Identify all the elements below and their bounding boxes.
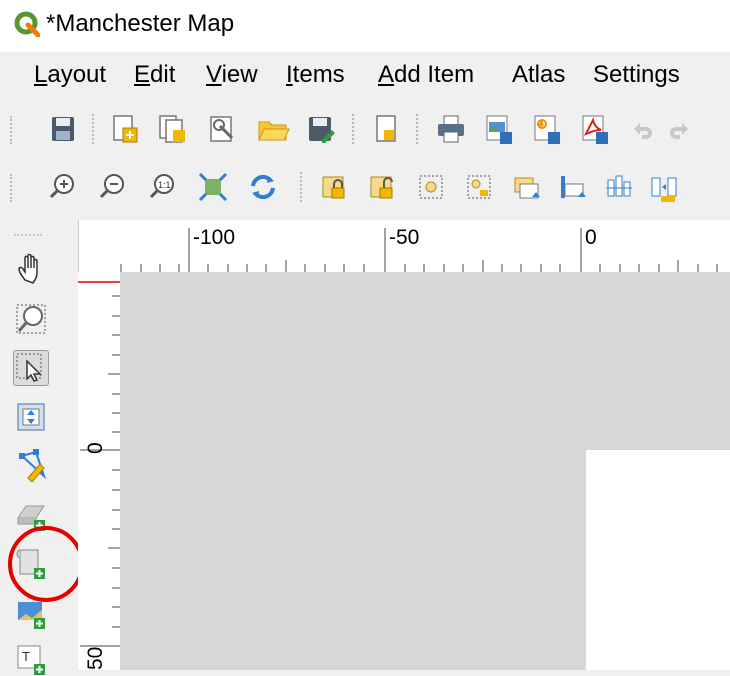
layout-canvas[interactable] — [120, 272, 730, 670]
horizontal-ruler: -100 -50 0 — [78, 220, 730, 272]
layout-toolbar — [0, 100, 730, 160]
select-move-item-icon[interactable] — [13, 350, 49, 386]
duplicate-layout-icon[interactable] — [156, 112, 190, 146]
menu-edit[interactable]: Edit — [134, 61, 175, 89]
align-items-icon[interactable] — [602, 170, 636, 204]
ruler-label-h: 0 — [585, 226, 597, 249]
view-toolbar: 1:1 — [0, 158, 730, 218]
print-icon[interactable] — [434, 112, 468, 146]
edit-nodes-icon[interactable] — [14, 448, 48, 482]
zoom-actual-icon[interactable]: 1:1 — [146, 170, 180, 204]
distribute-items-icon[interactable] — [648, 170, 682, 204]
export-svg-icon[interactable] — [530, 112, 564, 146]
qgis-logo-icon — [14, 11, 40, 37]
ungroup-items-icon[interactable] — [462, 170, 496, 204]
page-properties-icon[interactable] — [370, 112, 404, 146]
unlock-items-icon[interactable] — [366, 170, 400, 204]
toolbar-grip[interactable] — [10, 174, 16, 202]
vertical-ruler: 0 50 — [78, 272, 120, 670]
menu-items[interactable]: Items — [286, 61, 345, 89]
add-map-highlight-circle — [8, 526, 84, 602]
item-toolbox: T — [0, 220, 60, 675]
layout-page[interactable] — [586, 450, 730, 670]
export-image-icon[interactable] — [482, 112, 516, 146]
menu-view[interactable]: View — [206, 61, 258, 89]
pan-layout-icon[interactable] — [14, 250, 48, 284]
ruler-label-h: -100 — [193, 226, 236, 249]
menu-atlas[interactable]: Atlas — [512, 61, 565, 89]
zoom-in-icon[interactable] — [46, 170, 80, 204]
menu-layout[interactable]: Layout — [34, 61, 106, 89]
refresh-icon[interactable] — [246, 170, 280, 204]
menu-settings[interactable]: Settings — [593, 61, 680, 89]
open-template-icon[interactable] — [256, 112, 290, 146]
new-layout-icon[interactable] — [108, 112, 142, 146]
zoom-full-icon[interactable] — [196, 170, 230, 204]
add-label-icon[interactable]: T — [14, 642, 48, 676]
zoom-tool-icon[interactable] — [14, 302, 48, 336]
layout-manager-icon[interactable] — [206, 112, 240, 146]
svg-text:1:1: 1:1 — [158, 180, 171, 190]
save-layout-icon[interactable] — [46, 112, 80, 146]
menu-add-item[interactable]: Add Item — [378, 61, 474, 89]
menu-bar: Layout Edit View Items Add Item Atlas Se… — [0, 52, 730, 100]
ruler-label-v: 50 — [84, 646, 107, 670]
title-bar: *Manchester Map — [0, 0, 730, 52]
save-as-template-icon[interactable] — [304, 112, 338, 146]
move-content-icon[interactable] — [14, 400, 48, 434]
toolbar-grip[interactable] — [10, 116, 16, 144]
window-title: *Manchester Map — [46, 10, 235, 37]
lower-items-icon[interactable] — [556, 170, 590, 204]
lock-items-icon[interactable] — [318, 170, 352, 204]
undo-icon[interactable] — [624, 112, 658, 146]
raise-items-icon[interactable] — [510, 170, 544, 204]
export-pdf-icon[interactable] — [578, 112, 612, 146]
group-items-icon[interactable] — [414, 170, 448, 204]
redo-icon[interactable] — [664, 112, 698, 146]
ruler-label-v: 0 — [84, 442, 107, 454]
zoom-out-icon[interactable] — [96, 170, 130, 204]
toolbox-grip[interactable] — [14, 234, 42, 239]
svg-text:T: T — [22, 649, 30, 664]
ruler-label-h: -50 — [389, 226, 420, 249]
